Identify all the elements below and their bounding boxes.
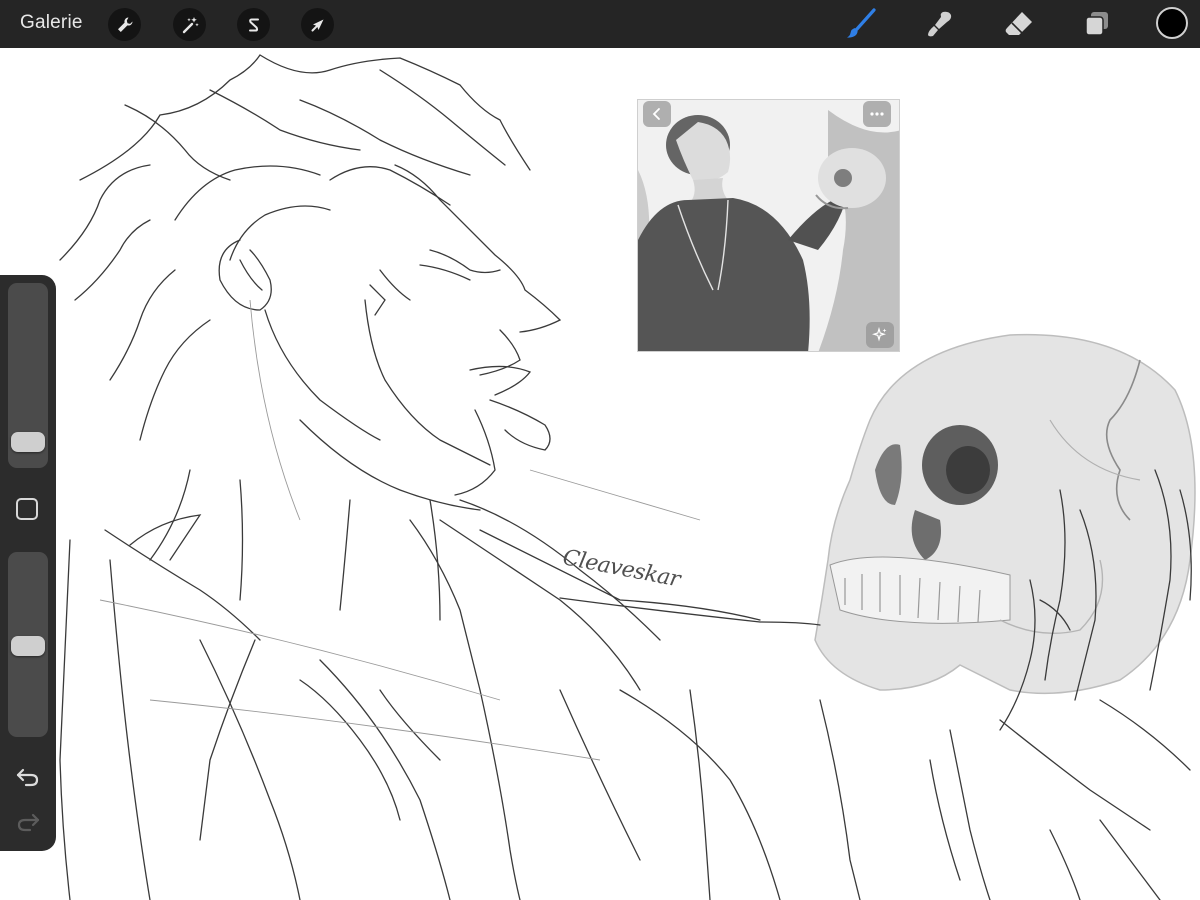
- skull-photo-layer: [814, 333, 1196, 695]
- reference-back-button[interactable]: [643, 101, 671, 127]
- paint-button[interactable]: [843, 6, 879, 42]
- eraser-icon: [1005, 12, 1032, 35]
- actions-button[interactable]: [108, 8, 141, 41]
- layers-button[interactable]: [1079, 6, 1115, 42]
- transform-arrow-icon: [311, 19, 323, 31]
- modify-button[interactable]: [16, 498, 38, 520]
- brush-icon: [847, 8, 876, 38]
- reference-photo: [638, 100, 899, 351]
- reference-magic-button[interactable]: [866, 322, 894, 348]
- smudge-button[interactable]: [922, 6, 958, 42]
- smudge-icon: [928, 11, 952, 37]
- opacity-slider[interactable]: [8, 552, 48, 737]
- adjustments-button[interactable]: [173, 8, 206, 41]
- layers-icon: [1085, 12, 1108, 36]
- reference-window[interactable]: [637, 99, 900, 352]
- top-toolbar: Galerie: [0, 0, 1200, 48]
- side-bar: [0, 275, 56, 851]
- drawing-canvas[interactable]: [0, 48, 1200, 900]
- selection-s-icon: [248, 18, 259, 31]
- redo-icon[interactable]: [14, 810, 42, 834]
- undo-icon[interactable]: [14, 765, 42, 789]
- wrench-icon: [117, 16, 133, 32]
- reference-more-button[interactable]: [863, 101, 891, 127]
- sparkle-icon: [872, 327, 887, 342]
- more-dots-icon: [870, 112, 884, 116]
- opacity-handle[interactable]: [11, 636, 45, 657]
- transform-button[interactable]: [301, 8, 334, 41]
- color-swatch-button[interactable]: [1156, 7, 1188, 39]
- selection-button[interactable]: [237, 8, 270, 41]
- brush-size-handle[interactable]: [11, 432, 45, 453]
- chevron-left-icon: [652, 108, 660, 120]
- magic-wand-icon: [182, 16, 199, 33]
- gallery-button[interactable]: Galerie: [20, 12, 83, 34]
- brush-size-slider[interactable]: [8, 283, 48, 468]
- eraser-button[interactable]: [1001, 6, 1037, 42]
